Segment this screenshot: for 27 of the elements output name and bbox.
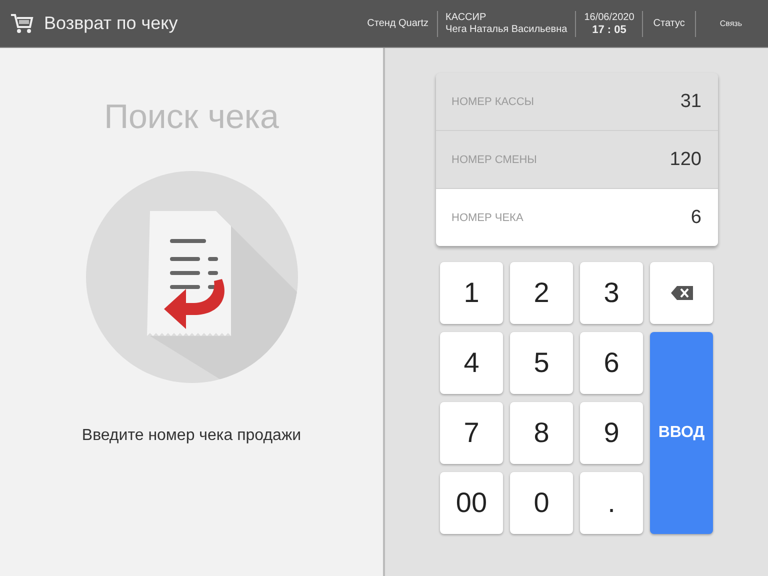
digit-key[interactable]: 2	[510, 262, 573, 324]
digit-key[interactable]: 5	[510, 332, 573, 394]
time-text: 17 : 05	[592, 24, 626, 36]
digit-key[interactable]: 1	[440, 262, 503, 324]
digit-key[interactable]: 4	[440, 332, 503, 394]
digit-key[interactable]: 9	[580, 402, 643, 464]
digit-key[interactable]: 7	[440, 402, 503, 464]
status-button[interactable]: Статус	[651, 14, 687, 33]
screen-title: Возврат по чеку	[44, 13, 178, 34]
date-text: 16/06/2020	[584, 12, 634, 24]
cart-icon	[10, 12, 34, 34]
enter-button[interactable]: ВВОД	[650, 332, 713, 534]
stand-name: Стенд Quartz	[367, 18, 429, 29]
digit-key[interactable]: 00	[440, 472, 503, 534]
digit-key[interactable]: 8	[510, 402, 573, 464]
digit-key[interactable]: 3	[580, 262, 643, 324]
instruction-text: Введите номер чека продажи	[82, 427, 302, 445]
cashier-label: КАССИР	[446, 12, 486, 24]
backspace-key[interactable]	[650, 262, 713, 324]
number-field[interactable]: НОМЕР ЧЕКА 6	[436, 189, 718, 246]
digit-key[interactable]: .	[580, 472, 643, 534]
cashier-name: Чега Наталья Васильевна	[446, 24, 568, 36]
digit-key[interactable]: 0	[510, 472, 573, 534]
backspace-icon	[670, 286, 692, 300]
digit-key[interactable]: 6	[580, 332, 643, 394]
number-field[interactable]: НОМЕР КАССЫ 31	[436, 73, 718, 131]
connection-button[interactable]: Связь	[704, 15, 758, 32]
